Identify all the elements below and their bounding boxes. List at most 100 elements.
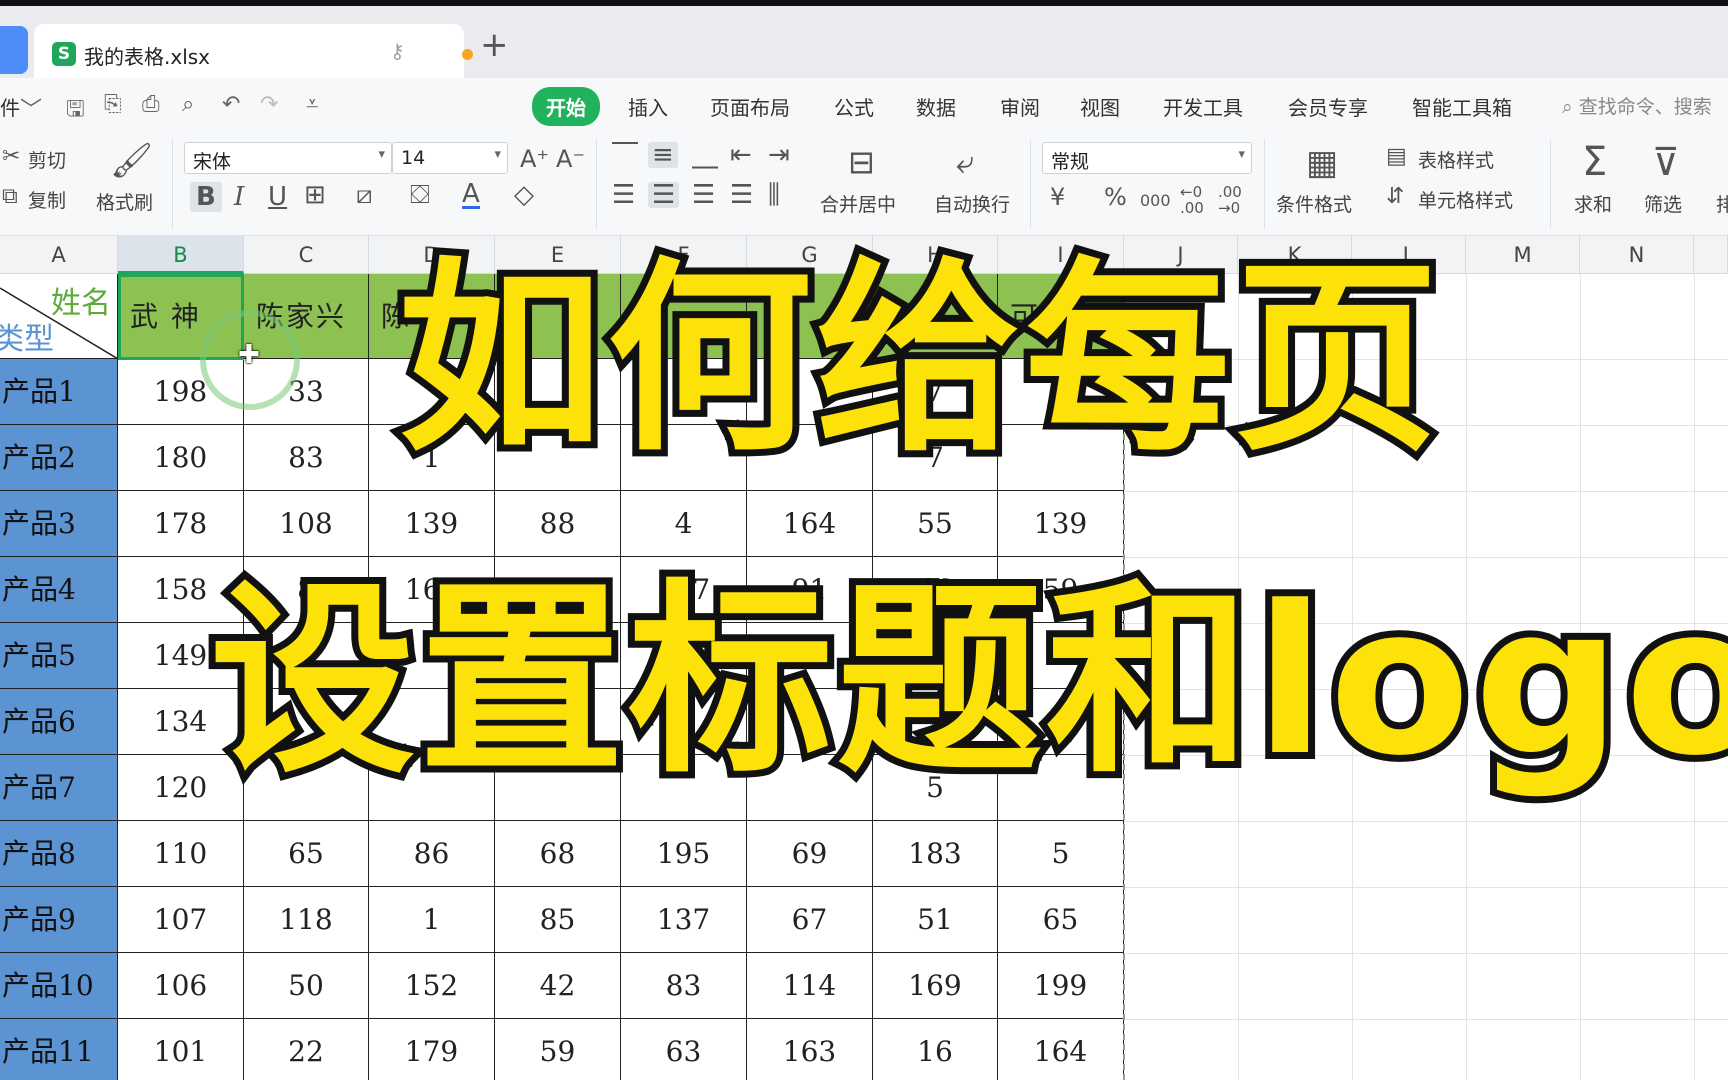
table-style-button[interactable]: 表格样式 [1418, 146, 1494, 173]
italic-icon[interactable]: I [234, 184, 244, 210]
table-cell[interactable]: 85 [495, 887, 621, 953]
table-cell[interactable]: 65 [998, 887, 1124, 953]
row-label-cell[interactable]: 产品7 [0, 755, 118, 821]
table-cell[interactable]: 106 [118, 953, 244, 1019]
table-cell[interactable]: 68 [495, 821, 621, 887]
table-cell[interactable]: 101 [118, 1019, 244, 1080]
tab-home[interactable]: 开始 [532, 87, 600, 126]
table-cell[interactable]: 1 [369, 887, 495, 953]
fill-color-icon[interactable]: ⛋ [410, 182, 430, 208]
file-menu[interactable]: 件 [0, 92, 20, 121]
thousands-icon[interactable]: 000 [1140, 188, 1171, 214]
table-cell[interactable]: 137 [621, 887, 747, 953]
format-painter-button[interactable]: 格式刷 [96, 188, 153, 215]
row-label-cell[interactable]: 产品8 [0, 821, 118, 887]
increase-decimal-icon[interactable]: ←0.00 [1180, 184, 1204, 216]
tab-data[interactable]: 数据 [916, 92, 956, 121]
align-center-icon[interactable]: ☰ [648, 182, 680, 208]
decrease-decimal-icon[interactable]: .00 →0 [1218, 184, 1242, 216]
table-cell[interactable]: 22 [244, 1019, 369, 1080]
row-label-cell[interactable]: 产品5 [0, 623, 118, 689]
new-tab-button[interactable]: + [480, 28, 509, 62]
table-cell[interactable]: 86 [369, 821, 495, 887]
command-search[interactable]: ⌕ 查找命令、搜索 [1562, 92, 1712, 119]
table-cell[interactable]: 33 [244, 359, 369, 425]
table-cell[interactable]: 107 [118, 887, 244, 953]
tab-smart-toolbox[interactable]: 智能工具箱 [1412, 92, 1512, 121]
table-cell[interactable]: 195 [621, 821, 747, 887]
redo-icon[interactable]: ↷ [260, 92, 278, 117]
tab-review[interactable]: 审阅 [1000, 92, 1040, 121]
table-cell[interactable]: 164 [747, 491, 873, 557]
previous-tab[interactable] [0, 26, 28, 74]
row-label-cell[interactable]: 产品11 [0, 1019, 118, 1080]
bold-icon[interactable]: B [190, 182, 222, 212]
export-icon[interactable]: ⎘ [104, 92, 122, 117]
conditional-format-button[interactable]: 条件格式 [1276, 190, 1352, 217]
justify-icon[interactable]: ☰ [730, 182, 753, 208]
sort-button[interactable]: 排 [1716, 190, 1728, 217]
table-cell[interactable]: 4 [621, 491, 747, 557]
column-header-selected[interactable]: B [118, 236, 244, 274]
table-cell[interactable]: 83 [244, 425, 369, 491]
decrease-indent-icon[interactable]: ⇤ [730, 142, 752, 168]
save-icon[interactable]: 🖫 [66, 92, 85, 130]
table-cell[interactable]: 55 [873, 491, 998, 557]
tab-member[interactable]: 会员专享 [1288, 92, 1368, 121]
table-cell[interactable]: 164 [998, 1019, 1124, 1080]
diagonal-header-cell[interactable]: 姓名 类型 [0, 274, 118, 359]
key-icon[interactable]: ⚷ [390, 39, 405, 63]
clear-icon[interactable]: ◇ [514, 182, 534, 208]
increase-font-icon[interactable]: A⁺ [520, 146, 549, 172]
table-cell[interactable]: 178 [118, 491, 244, 557]
number-format-select[interactable]: 常规 ▾ [1042, 142, 1252, 174]
align-right-icon[interactable]: ☰ [692, 182, 715, 208]
conditional-format-icon[interactable]: ▦ [1306, 146, 1338, 180]
currency-icon[interactable]: ¥ [1050, 184, 1065, 210]
undo-icon[interactable]: ↶ [222, 92, 240, 117]
align-top-icon[interactable]: ⎺ [612, 142, 638, 168]
column-name-cell[interactable]: 武 神 [118, 274, 244, 359]
table-cell[interactable]: 199 [998, 953, 1124, 1019]
table-cell[interactable]: 51 [873, 887, 998, 953]
table-cell[interactable]: 179 [369, 1019, 495, 1080]
filter-icon[interactable]: ⊽ [1652, 142, 1680, 182]
table-cell[interactable]: 88 [495, 491, 621, 557]
table-cell[interactable]: 139 [369, 491, 495, 557]
row-label-cell[interactable]: 产品3 [0, 491, 118, 557]
increase-indent-icon[interactable]: ⇥ [768, 142, 790, 168]
copy-button[interactable]: 复制 [28, 186, 66, 213]
tab-insert[interactable]: 插入 [628, 92, 668, 121]
decrease-font-icon[interactable]: A⁻ [556, 146, 585, 172]
table-cell[interactable]: 198 [118, 359, 244, 425]
cell-style-icon[interactable]: ⇵ [1386, 184, 1404, 210]
distribute-icon[interactable]: ⫼ [768, 182, 780, 208]
table-cell[interactable]: 16 [873, 1019, 998, 1080]
table-cell[interactable]: 5 [998, 821, 1124, 887]
print-icon[interactable]: ⎙ [142, 92, 160, 117]
scissors-icon[interactable]: ✂ [2, 144, 20, 170]
format-painter-icon[interactable]: 🖌 [110, 144, 153, 178]
font-size-select[interactable]: 14 ▾ [392, 142, 508, 174]
wrap-text-icon[interactable]: ⤶ [956, 146, 974, 178]
row-label-cell[interactable]: 产品10 [0, 953, 118, 1019]
filter-button[interactable]: 筛选 [1644, 190, 1682, 217]
document-tab[interactable]: S 我的表格.xlsx ⚷ [34, 24, 473, 84]
table-style-icon[interactable]: ▤ [1386, 144, 1407, 170]
row-label-cell[interactable]: 产品1 [0, 359, 118, 425]
table-cell[interactable]: 152 [369, 953, 495, 1019]
tab-developer[interactable]: 开发工具 [1163, 92, 1243, 121]
row-label-cell[interactable]: 产品4 [0, 557, 118, 623]
align-middle-icon[interactable]: ≡ [648, 142, 678, 168]
table-cell[interactable]: 183 [873, 821, 998, 887]
row-label-cell[interactable]: 产品9 [0, 887, 118, 953]
table-cell[interactable]: 67 [747, 887, 873, 953]
table-cell[interactable]: 59 [495, 1019, 621, 1080]
table-cell[interactable]: 69 [747, 821, 873, 887]
copy-icon[interactable]: ⧉ [2, 184, 18, 210]
erase-format-icon[interactable]: ⧄ [356, 182, 373, 208]
table-cell[interactable]: 118 [244, 887, 369, 953]
border-icon[interactable]: ⊞ [304, 182, 326, 208]
chevron-down-icon[interactable]: ﹀ [20, 92, 42, 124]
column-header[interactable]: N [1580, 236, 1694, 274]
